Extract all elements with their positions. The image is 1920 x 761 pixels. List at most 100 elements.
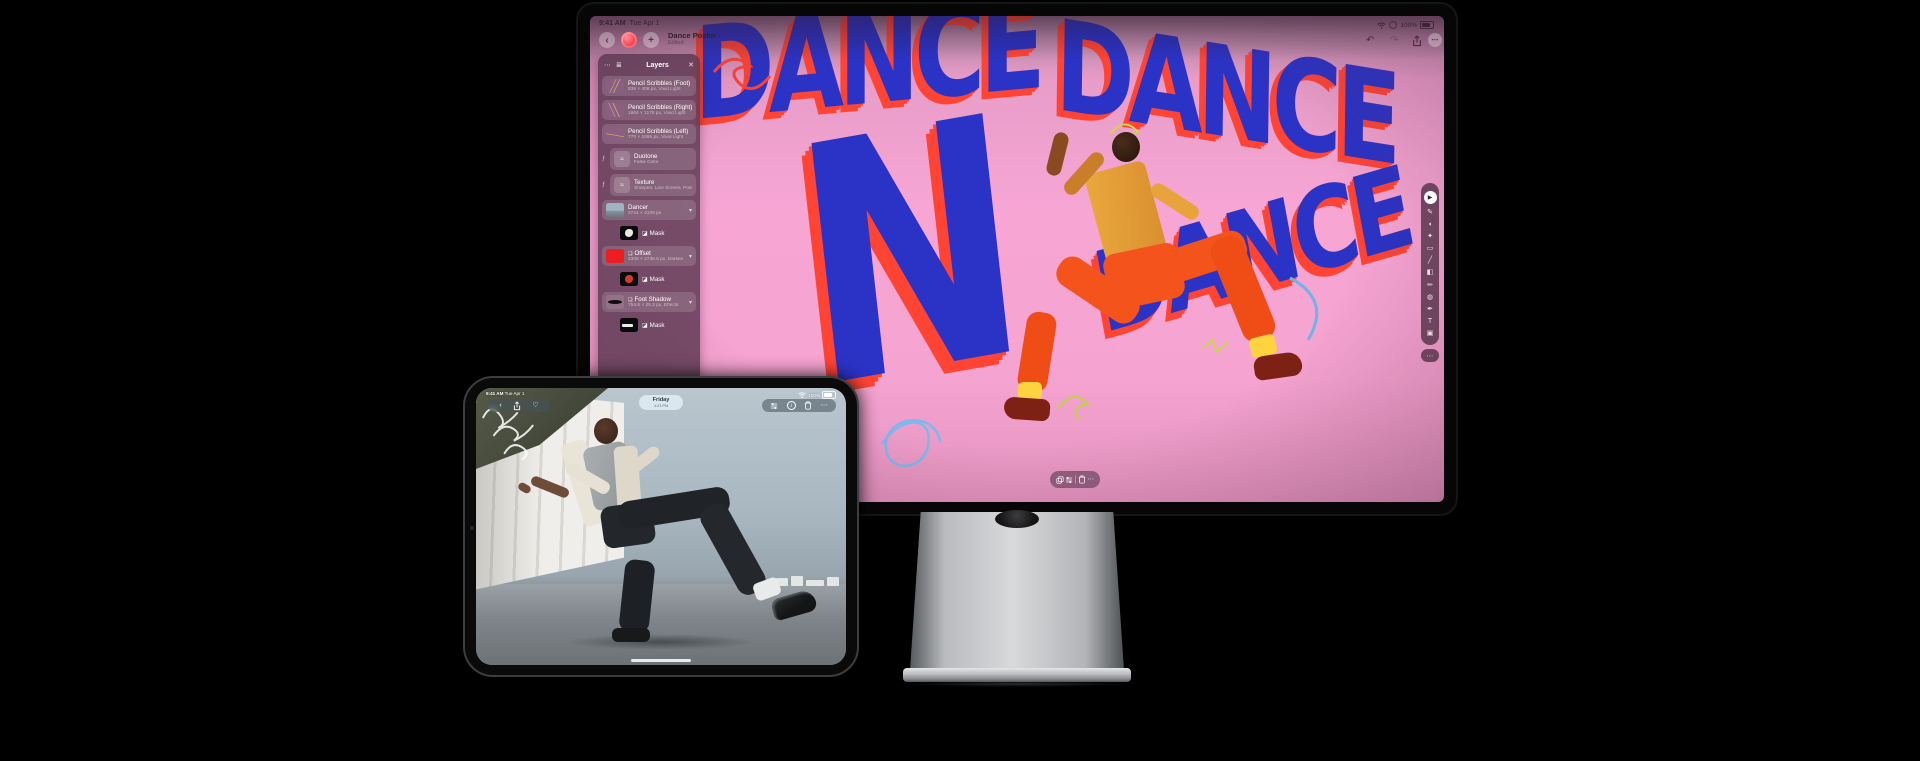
- display-stand-hinge: [995, 510, 1039, 528]
- tool-color[interactable]: ◍: [1427, 294, 1433, 301]
- tool-strip: ▶ ✎ ◖ ✦ ▭ ╱ ◧ ✏ ◍ ✒ T ▣: [1421, 183, 1439, 345]
- layer-name: Mask: [650, 322, 665, 329]
- tool-magic[interactable]: ✦: [1427, 233, 1433, 240]
- back-button[interactable]: ‹: [499, 402, 501, 409]
- tool-brush[interactable]: ✎: [1427, 209, 1433, 216]
- document-title-block[interactable]: Dance Poster ▾ Edited: [668, 31, 721, 46]
- redo-button[interactable]: ↷: [1390, 35, 1398, 46]
- more-button[interactable]: ⋯: [821, 402, 828, 409]
- mask-thumbnail: [620, 226, 638, 240]
- share-icon: [1412, 35, 1422, 47]
- layer-name: Pencil Scribbles (Right): [628, 104, 692, 111]
- plus-icon: +: [648, 35, 654, 46]
- tool-type[interactable]: T: [1428, 318, 1432, 325]
- layer-row[interactable]: Pencil Scribbles (Left) 770 × 1695 px, V…: [602, 124, 696, 144]
- layer-name: ❏Offset: [628, 250, 685, 257]
- ipad-camera: [470, 526, 474, 530]
- ipad-time: 9:41 AM: [486, 391, 503, 396]
- panel-list-icon[interactable]: ≣: [616, 61, 622, 69]
- mask-layer-row[interactable]: ◪Mask: [616, 224, 696, 242]
- layer-name: Pencil Scribbles (Foot): [628, 80, 692, 87]
- layers-panel-title: Layers: [627, 62, 688, 69]
- bottom-action-bar: ⋯: [1050, 471, 1100, 488]
- layer-thumbnail: [606, 203, 624, 217]
- layers-panel: ⋯ ≣ Layers ✕ Pencil Scribbles (Foot) 836…: [598, 54, 700, 382]
- layer-name: Pencil Scribbles (Left): [628, 128, 692, 135]
- mask-layer-row[interactable]: ◪Mask: [616, 316, 696, 334]
- trash-button[interactable]: [804, 401, 812, 410]
- chevron-down-icon[interactable]: ▾: [689, 207, 692, 214]
- display-status-right: 100%: [1377, 21, 1434, 29]
- adjust-icon[interactable]: [1065, 476, 1073, 484]
- layer-meta: 754.6 × 25.3 px, Effects: [628, 303, 685, 308]
- layer-meta: 2741 × 4108 px: [628, 211, 685, 216]
- undo-button[interactable]: ↶: [1366, 35, 1374, 46]
- tool-crop[interactable]: ▣: [1427, 330, 1434, 337]
- layer-row[interactable]: ❏Foot Shadow 754.6 × 25.3 px, Effects ▾: [602, 292, 696, 312]
- tools-more-button[interactable]: ⋯: [1421, 349, 1439, 362]
- app-logo-button[interactable]: [621, 32, 637, 48]
- panel-menu-icon[interactable]: ⋯: [604, 61, 611, 69]
- battery-icon: [822, 391, 836, 399]
- document-title: Dance Poster ▾: [668, 31, 721, 40]
- ipad-battery-percent: 100%: [808, 393, 820, 398]
- wifi-icon: [1377, 22, 1386, 29]
- close-icon[interactable]: ✕: [688, 61, 694, 69]
- display-stand-base: [903, 668, 1131, 682]
- layer-meta: 4308 × 2736.5 px, Darken: [628, 257, 685, 262]
- add-button[interactable]: +: [643, 32, 659, 48]
- display-battery-percent: 100%: [1400, 22, 1417, 29]
- effects-indicator-icon: ƒ: [602, 156, 605, 162]
- ipad-bezel: 9:41 AM Tue Apr 1 100% ‹ ♡ Friday 4:23 P…: [463, 376, 859, 677]
- adjust-button[interactable]: [770, 402, 778, 410]
- chevron-down-icon[interactable]: ▾: [689, 253, 692, 260]
- tool-retouch[interactable]: ✏: [1427, 282, 1433, 289]
- figure-foot: [612, 628, 650, 642]
- layer-row[interactable]: ❏Offset 4308 × 2736.5 px, Darken ▾: [602, 246, 696, 266]
- tool-draw[interactable]: ╱: [1428, 257, 1432, 264]
- trash-icon[interactable]: [1078, 475, 1086, 484]
- mask-icon: ◪: [642, 276, 648, 283]
- duplicate-icon[interactable]: [1056, 476, 1064, 484]
- info-button[interactable]: i: [787, 401, 796, 410]
- more-icon[interactable]: ⋯: [1087, 476, 1094, 483]
- tool-marquee[interactable]: ▭: [1427, 245, 1434, 252]
- layer-row[interactable]: Pencil Scribbles (Foot) 836 × 409 px, Vi…: [602, 76, 696, 96]
- home-indicator[interactable]: [631, 659, 691, 662]
- layer-thumbnail: [606, 127, 624, 141]
- layer-row[interactable]: Pencil Scribbles (Right) 1864 × 1178 px,…: [602, 100, 696, 120]
- wifi-icon: [798, 392, 806, 398]
- figure-head: [594, 418, 618, 444]
- undo-icon: ↶: [1366, 35, 1374, 46]
- ipad-date: Tue Apr 1: [505, 391, 525, 396]
- photo-date-pill[interactable]: Friday 4:23 PM: [639, 395, 683, 410]
- share-button[interactable]: [513, 401, 521, 411]
- redo-icon: ↷: [1390, 35, 1398, 46]
- share-button[interactable]: [1412, 35, 1422, 47]
- more-icon: ⋯: [1432, 36, 1439, 44]
- more-icon: ⋯: [1427, 352, 1434, 360]
- tool-smudge[interactable]: ◖: [1428, 221, 1432, 228]
- display-stand-shadow: [903, 681, 1131, 687]
- layer-row[interactable]: Dancer 2741 × 4108 px ▾: [602, 200, 696, 220]
- layer-row[interactable]: ƒ ≈ Duotone False Color: [610, 148, 696, 170]
- rotation-lock-icon: [1389, 21, 1397, 29]
- tool-pen[interactable]: ✒: [1427, 306, 1433, 313]
- tool-eraser[interactable]: ◧: [1427, 269, 1434, 276]
- photo-date-title: Friday: [639, 397, 683, 404]
- more-button[interactable]: ⋯: [1428, 33, 1442, 47]
- back-icon: ‹: [605, 35, 608, 46]
- chevron-down-icon[interactable]: ▾: [689, 299, 692, 306]
- mask-layer-row[interactable]: ◪Mask: [616, 270, 696, 288]
- display-status-left: 9:41 AMTue Apr 1: [599, 20, 660, 27]
- layer-name: Texture: [634, 179, 692, 186]
- ipad-status-right: 100%: [798, 391, 836, 399]
- layer-thumbnail: [606, 295, 624, 309]
- mask-thumbnail: [620, 318, 638, 332]
- layer-meta: 770 × 1695 px, Vivid Light: [628, 135, 692, 140]
- back-button[interactable]: ‹: [599, 32, 615, 48]
- ipad-action-pill: i ⋯: [762, 399, 836, 412]
- favorite-button[interactable]: ♡: [532, 402, 538, 409]
- tool-transform[interactable]: ▶: [1424, 191, 1437, 204]
- layer-row[interactable]: ƒ ≈ Texture Sharpen, Line Screen, Post…: [610, 174, 696, 196]
